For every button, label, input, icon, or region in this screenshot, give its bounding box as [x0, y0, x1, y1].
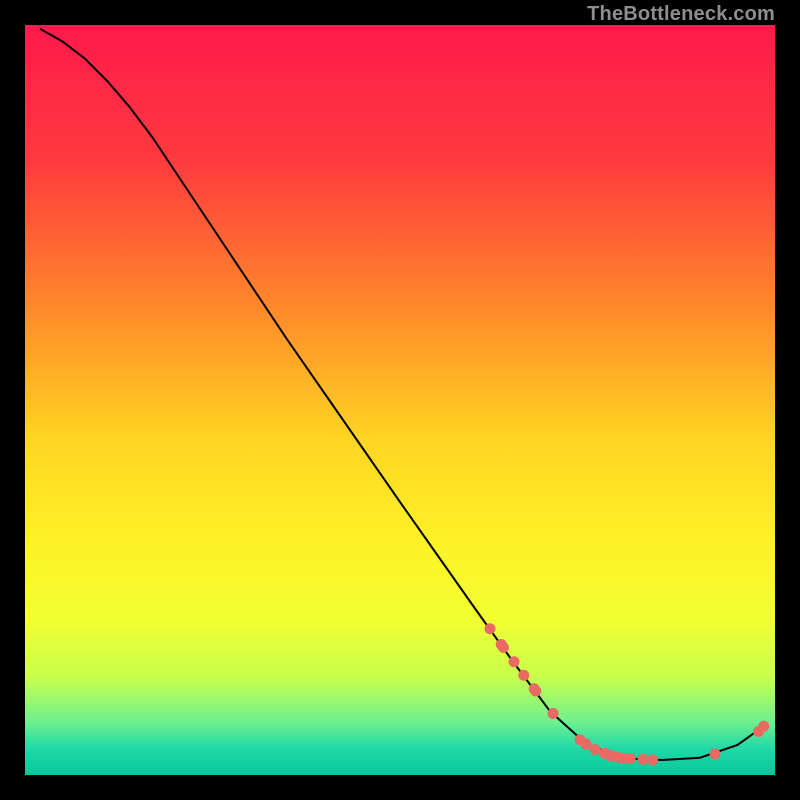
- data-marker: [485, 623, 496, 634]
- data-marker: [710, 749, 721, 760]
- data-marker: [548, 708, 559, 719]
- data-marker: [509, 656, 520, 667]
- chart-frame: TheBottleneck.com: [25, 25, 775, 775]
- data-marker: [625, 753, 636, 764]
- chart-plot: [25, 25, 775, 775]
- watermark-text: TheBottleneck.com: [587, 3, 775, 26]
- data-marker: [638, 754, 649, 765]
- data-marker: [758, 721, 769, 732]
- gradient-bg: [25, 25, 775, 775]
- data-marker: [590, 744, 601, 755]
- data-marker: [530, 686, 541, 697]
- data-marker: [647, 755, 658, 766]
- data-marker: [498, 642, 509, 653]
- data-marker: [518, 670, 529, 681]
